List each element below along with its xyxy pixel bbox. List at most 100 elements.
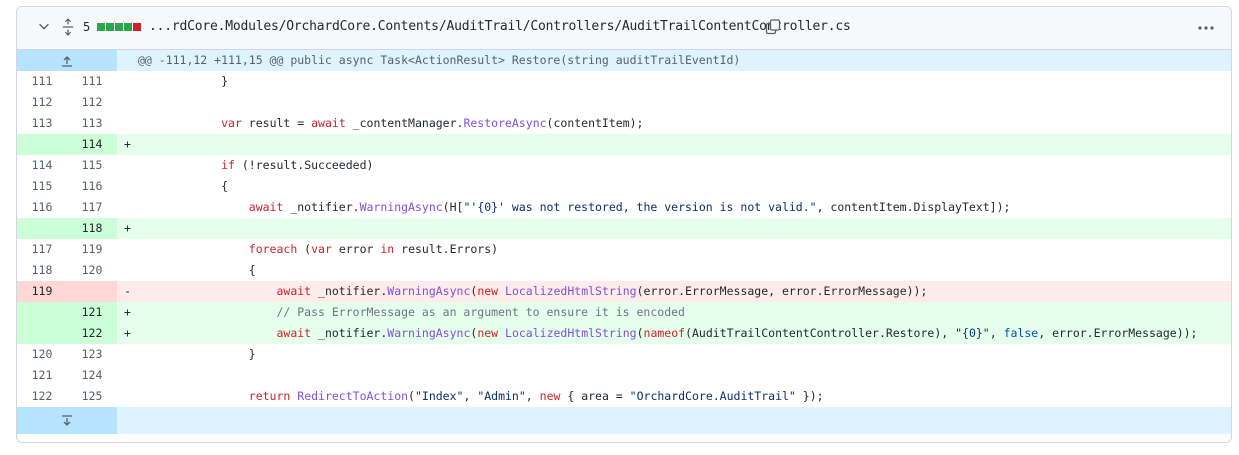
code-token: return — [248, 389, 291, 403]
code-token: "Admin" — [477, 389, 526, 403]
code-token: _notifier. — [283, 200, 360, 214]
new-line-number[interactable] — [67, 281, 117, 302]
new-line-number[interactable]: 113 — [67, 113, 117, 134]
new-line-number[interactable]: 123 — [67, 344, 117, 365]
new-line-number[interactable]: 120 — [67, 260, 117, 281]
code-token: { — [138, 263, 256, 277]
code-content: await _notifier.WarningAsync(new Localiz… — [138, 281, 1231, 302]
diff-line-context: 115 116 { — [17, 176, 1231, 197]
code-token: // Pass ErrorMessage as an argument to e… — [276, 305, 685, 319]
code-token: LocalizedHtmlString — [505, 326, 637, 340]
old-line-number[interactable]: 117 — [17, 239, 67, 260]
code-token: RedirectToAction — [297, 389, 409, 403]
expand-down-button[interactable] — [17, 407, 117, 434]
new-line-number[interactable]: 111 — [67, 71, 117, 92]
new-line-number[interactable]: 118 — [67, 218, 117, 239]
code-token: WarningAsync — [387, 326, 471, 340]
diff-line-context: 114 115 if (!result.Succeeded) — [17, 155, 1231, 176]
diff-line-added: 118 + — [17, 218, 1231, 239]
old-line-number[interactable]: 114 — [17, 155, 67, 176]
code-token: new — [477, 284, 499, 298]
diff-sign — [117, 386, 138, 407]
diff-sign — [117, 197, 138, 218]
diff-file: 5 ...rdCore.Modules/OrchardCore.Contents… — [16, 6, 1232, 443]
code-token: , — [989, 326, 1004, 340]
code-token: (!result.Succeeded) — [234, 158, 374, 172]
old-line-number[interactable]: 118 — [17, 260, 67, 281]
new-line-number[interactable]: 119 — [67, 239, 117, 260]
diff-line-context: 111 111 } — [17, 71, 1231, 92]
unfold-icon[interactable] — [61, 18, 75, 36]
new-line-number[interactable]: 125 — [67, 386, 117, 407]
diffstat-added-block — [124, 23, 132, 31]
code-content: foreach (var error in result.Errors) — [138, 239, 1231, 260]
old-line-number[interactable]: 116 — [17, 197, 67, 218]
fold-up-icon — [62, 55, 72, 67]
file-path[interactable]: ...rdCore.Modules/OrchardCore.Contents/A… — [149, 19, 851, 34]
old-line-number[interactable] — [17, 323, 67, 344]
new-line-number[interactable]: 114 — [67, 134, 117, 155]
diff-sign: - — [124, 284, 131, 298]
diff-sign — [117, 344, 138, 365]
diff-line-context: 120 123 } — [17, 344, 1231, 365]
diff-line-added: 121 + // Pass ErrorMessage as an argument… — [17, 302, 1231, 323]
old-line-number[interactable] — [17, 218, 67, 239]
code-token: error — [331, 242, 381, 256]
diff-sign: + — [124, 326, 131, 340]
copy-icon[interactable] — [765, 19, 781, 35]
new-line-number[interactable]: 121 — [67, 302, 117, 323]
code-token: var — [221, 116, 242, 130]
old-line-number[interactable]: 120 — [17, 344, 67, 365]
code-content: } — [138, 71, 1231, 92]
diffstat-added-block — [97, 23, 105, 31]
new-line-number[interactable]: 124 — [67, 365, 117, 386]
code-content: { — [138, 260, 1231, 281]
code-token: { — [138, 179, 229, 193]
old-line-number[interactable]: 113 — [17, 113, 67, 134]
hunk-header: @@ -111,12 +111,15 @@ public async Task<… — [17, 50, 1231, 71]
old-line-number[interactable]: 122 — [17, 386, 67, 407]
diff-sign — [117, 113, 138, 134]
code-token: WarningAsync — [387, 284, 471, 298]
new-line-number[interactable]: 122 — [67, 323, 117, 344]
code-token: "{0}" — [955, 326, 990, 340]
code-content: await _notifier.WarningAsync(new Localiz… — [138, 323, 1231, 344]
code-token: }); — [795, 389, 824, 403]
old-line-number[interactable]: 111 — [17, 71, 67, 92]
code-token: result = — [241, 116, 312, 130]
code-token: await — [276, 326, 312, 340]
code-token: , contentItem.DisplayText]); — [816, 200, 1011, 214]
old-line-number[interactable]: 115 — [17, 176, 67, 197]
hunk-footer — [17, 407, 1231, 434]
new-line-number[interactable]: 117 — [67, 197, 117, 218]
code-token: (error.ErrorMessage, error.ErrorMessage)… — [636, 284, 928, 298]
old-line-number[interactable] — [17, 302, 67, 323]
code-token: ( — [297, 242, 312, 256]
chevron-down-icon[interactable] — [37, 19, 51, 33]
old-line-number[interactable]: 121 — [17, 365, 67, 386]
old-line-number[interactable]: 112 — [17, 92, 67, 113]
code-content: var result = await _contentManager.Resto… — [138, 113, 1231, 134]
new-line-number[interactable]: 115 — [67, 155, 117, 176]
fold-down-icon — [62, 414, 72, 426]
code-token: ( — [636, 326, 644, 340]
expand-up-button[interactable] — [17, 50, 117, 71]
code-token: ( — [408, 389, 415, 403]
code-content: { — [138, 176, 1231, 197]
old-line-number[interactable] — [17, 134, 67, 155]
code-token: "'{0}' was not restored, the version is … — [463, 200, 817, 214]
new-line-number[interactable]: 116 — [67, 176, 117, 197]
kebab-horizontal-icon[interactable] — [1197, 19, 1215, 37]
diff-line-context: 112 112 — [17, 92, 1231, 113]
new-line-number[interactable]: 112 — [67, 92, 117, 113]
old-line-number[interactable]: 119 — [17, 281, 67, 302]
diff-line-context: 118 120 { — [17, 260, 1231, 281]
code-token: "Index" — [414, 389, 464, 403]
code-token: await — [276, 284, 312, 298]
